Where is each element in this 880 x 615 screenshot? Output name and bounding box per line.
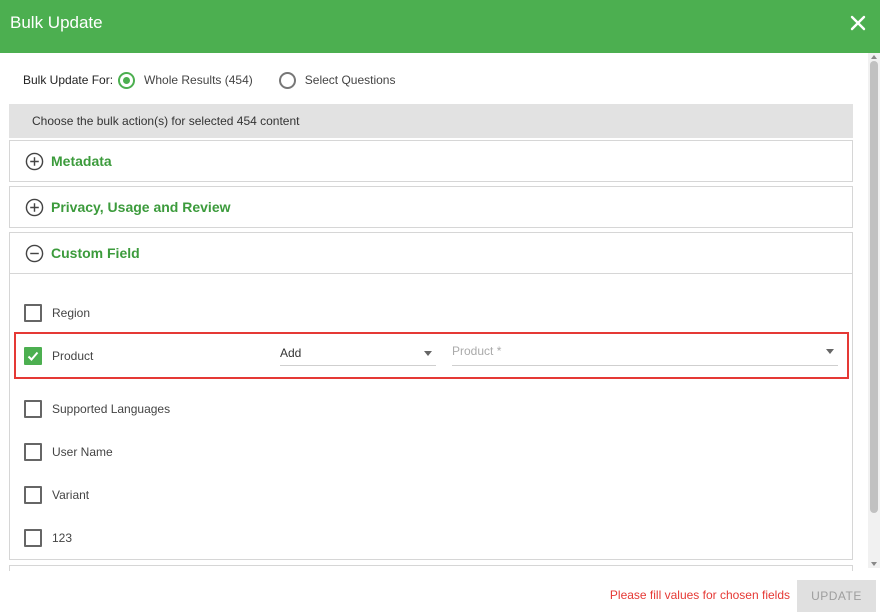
custom-field-list: Region Product Add Product * Supported L… [10,273,852,559]
custom-field-label: User Name [52,445,113,459]
update-button[interactable]: UPDATE [797,580,876,612]
product-value-placeholder: Product * [452,344,502,358]
chevron-down-icon [826,349,834,354]
plus-circle-icon [25,198,44,216]
section-privacy: Privacy, Usage and Review [9,186,853,228]
custom-field-label: Variant [52,488,90,502]
supported-languages-checkbox[interactable] [24,400,42,418]
section-title: Metadata [51,153,112,169]
check-icon [27,351,39,361]
info-bar: Choose the bulk action(s) for selected 4… [9,104,853,138]
custom-field-label: Region [52,306,91,320]
plus-circle-icon [25,152,44,170]
product-checkbox[interactable] [24,347,42,365]
action-select-value: Add [280,346,302,360]
custom-field-region: Region [24,304,90,322]
user-name-checkbox[interactable] [24,443,42,461]
dialog-title: Bulk Update [10,13,103,32]
custom-field-supported-languages: Supported Languages [24,400,170,418]
custom-field-user-name: User Name [24,443,113,461]
radio-select-questions[interactable] [278,71,296,89]
section-custom-field-header[interactable]: Custom Field [10,233,852,273]
minus-circle-icon [25,244,44,262]
custom-field-123: 123 [24,529,72,547]
section-title: Privacy, Usage and Review [51,199,231,215]
dialog-header: Bulk Update [0,0,880,53]
chevron-down-icon [424,351,432,356]
section-metadata-header[interactable]: Metadata [10,141,852,181]
scrollbar-thumb[interactable] [870,61,878,513]
radio-whole-results[interactable] [118,71,136,89]
custom-field-product: Product [24,347,93,365]
next-section-edge [9,565,853,571]
variant-checkbox[interactable] [24,486,42,504]
field-123-checkbox[interactable] [24,529,42,547]
custom-field-label: Product [52,349,94,363]
section-metadata: Metadata [9,140,853,182]
section-custom-field: Custom Field Region Product Add Product … [9,232,853,560]
section-title: Custom Field [51,245,140,261]
action-select[interactable]: Add [280,342,436,366]
radio-select-questions-label[interactable]: Select Questions [305,73,396,87]
scrollbar[interactable] [868,53,880,568]
radio-whole-results-label[interactable]: Whole Results (454) [144,73,253,87]
scroll-down-icon[interactable] [871,562,877,566]
bulk-update-for-label: Bulk Update For: [23,73,114,87]
close-icon[interactable] [848,13,868,33]
region-checkbox[interactable] [24,304,42,322]
bulk-update-for-row: Bulk Update For: Whole Results (454) Sel… [23,70,421,90]
custom-field-label: Supported Languages [52,402,171,416]
product-value-select[interactable]: Product * [452,340,838,366]
section-privacy-header[interactable]: Privacy, Usage and Review [10,187,852,227]
validation-message: Please fill values for chosen fields [609,588,790,602]
custom-field-label: 123 [52,531,73,545]
custom-field-variant: Variant [24,486,89,504]
scroll-up-icon[interactable] [871,55,877,59]
